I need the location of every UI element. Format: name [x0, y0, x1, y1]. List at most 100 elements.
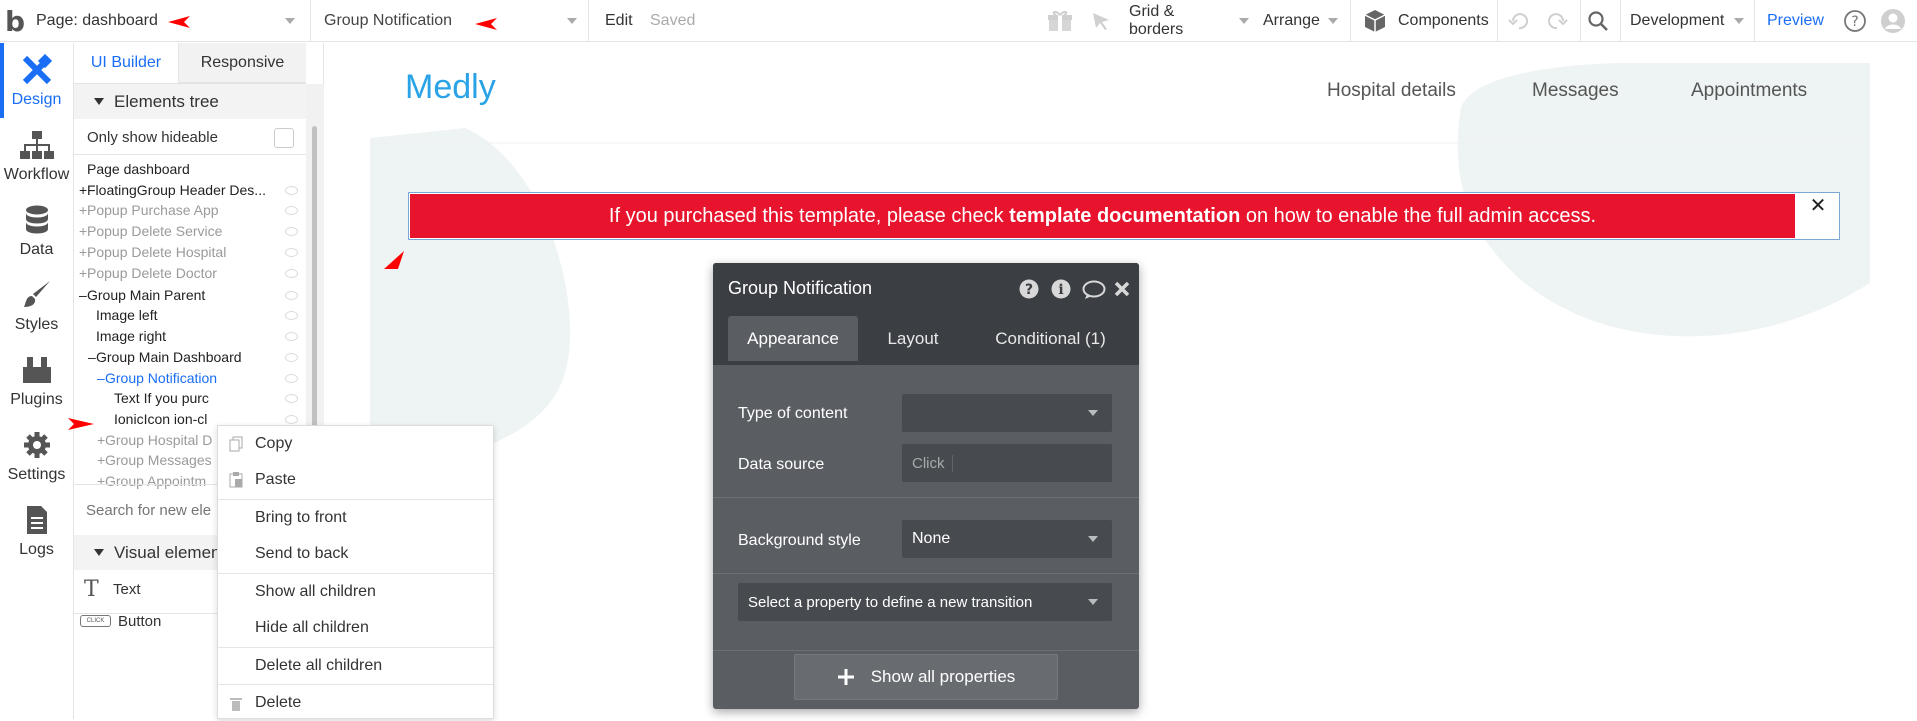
- environment-selector[interactable]: Development: [1630, 0, 1745, 42]
- select-cursor-icon[interactable]: [1090, 0, 1112, 42]
- elements-tree-header[interactable]: Elements tree: [74, 84, 306, 119]
- triangle-down-icon: [94, 98, 104, 105]
- chevron-down-icon: [1239, 18, 1249, 24]
- divider: [713, 573, 1139, 574]
- property-editor-tabs: Appearance Layout Conditional (1): [713, 313, 1139, 365]
- info-icon[interactable]: i: [1051, 279, 1071, 299]
- visual-element-text[interactable]: T Text: [74, 573, 214, 605]
- saved-status: Saved: [650, 0, 695, 42]
- rail-item-data[interactable]: Data: [0, 193, 73, 268]
- close-icon[interactable]: [1114, 281, 1130, 297]
- divider: [1580, 0, 1581, 42]
- undo-icon[interactable]: [1508, 0, 1530, 42]
- eye-icon[interactable]: [285, 352, 298, 362]
- menu-item-delete-all-children[interactable]: Delete all children: [218, 648, 493, 684]
- bubble-logo-text: b: [4, 4, 26, 38]
- preview-button[interactable]: Preview: [1767, 0, 1824, 42]
- notification-text[interactable]: If you purchased this template, please c…: [609, 205, 1596, 228]
- edit-menu[interactable]: Edit: [605, 0, 633, 42]
- menu-item-delete[interactable]: Delete: [218, 685, 493, 721]
- transition-property-dropdown[interactable]: Select a property to define a new transi…: [738, 583, 1112, 621]
- notification-banner: If you purchased this template, please c…: [410, 194, 1795, 238]
- menu-item-label: Copy: [255, 435, 293, 452]
- show-all-properties-button[interactable]: Show all properties: [794, 654, 1058, 700]
- menu-item-show-all-children[interactable]: Show all children: [218, 574, 493, 610]
- workflow-icon: [19, 128, 55, 162]
- grid-borders-menu[interactable]: Grid & borders: [1129, 0, 1249, 42]
- tab-appearance[interactable]: Appearance: [728, 316, 858, 361]
- svg-text:i: i: [1058, 282, 1063, 298]
- type-of-content-dropdown[interactable]: [902, 394, 1112, 432]
- tab-conditional[interactable]: Conditional (1): [968, 316, 1133, 361]
- brand-logo[interactable]: Medly: [405, 68, 496, 107]
- nav-hospital-details[interactable]: Hospital details: [1327, 80, 1456, 102]
- rail-item-styles[interactable]: Styles: [0, 268, 73, 343]
- menu-item-paste[interactable]: Paste: [218, 462, 493, 498]
- data-source-click-placeholder[interactable]: Click: [912, 454, 953, 472]
- eye-icon[interactable]: [285, 373, 298, 383]
- menu-item-label: Send to back: [255, 545, 349, 562]
- help-icon[interactable]: ?: [1843, 0, 1867, 42]
- tab-ui-builder[interactable]: UI Builder: [74, 43, 178, 83]
- rail-item-plugins[interactable]: Plugins: [0, 343, 73, 418]
- help-icon[interactable]: ?: [1019, 279, 1039, 299]
- eye-icon[interactable]: [285, 311, 298, 321]
- annotation-arrow: [384, 251, 404, 269]
- bubble-logo[interactable]: b: [0, 0, 30, 42]
- only-show-hideable-checkbox[interactable]: [274, 128, 294, 148]
- arrange-menu[interactable]: Arrange: [1263, 0, 1343, 42]
- menu-item-copy[interactable]: Copy: [218, 426, 493, 462]
- redo-icon[interactable]: [1546, 0, 1568, 42]
- tree-scrollbar-thumb[interactable]: [312, 126, 317, 436]
- tree-row-label: Popup Delete Service: [87, 223, 223, 240]
- background-style-dropdown[interactable]: None: [902, 520, 1112, 558]
- visual-element-button[interactable]: CLICK Button: [74, 605, 214, 637]
- eye-icon[interactable]: [285, 290, 298, 300]
- menu-item-send-to-back[interactable]: Send to back: [218, 536, 493, 572]
- page-selector-label: Page: dashboard: [36, 12, 158, 29]
- search-new-element-input[interactable]: [84, 493, 224, 527]
- tab-layout[interactable]: Layout: [858, 316, 968, 361]
- nav-appointments[interactable]: Appointments: [1691, 80, 1807, 102]
- rail-item-logs[interactable]: Logs: [0, 493, 73, 568]
- components-button[interactable]: Components: [1362, 0, 1489, 42]
- banner-doc-link[interactable]: template documentation: [1009, 205, 1240, 227]
- eye-icon[interactable]: [285, 185, 298, 195]
- divider: [1350, 0, 1351, 42]
- user-avatar-icon[interactable]: [1880, 0, 1906, 42]
- eye-icon[interactable]: [285, 414, 298, 424]
- close-icon[interactable]: ✕: [1803, 193, 1833, 217]
- expand-plus-icon[interactable]: +: [97, 469, 105, 494]
- menu-item-bring-to-front[interactable]: Bring to front: [218, 500, 493, 536]
- saved-label: Saved: [650, 12, 696, 29]
- tree-row-label: Group Messages: [105, 452, 212, 469]
- eye-icon[interactable]: [285, 268, 298, 278]
- menu-item-label: Show all children: [255, 583, 376, 600]
- data-source-label: Data source: [738, 456, 825, 473]
- paste-icon: [229, 472, 243, 488]
- menu-item-label: Delete all children: [255, 657, 383, 674]
- tab-responsive[interactable]: Responsive: [178, 43, 306, 83]
- property-editor-header[interactable]: Group Notification ? i: [713, 263, 1139, 313]
- annotation-arrow: [68, 418, 94, 430]
- elements-tree-title: Elements tree: [114, 91, 219, 111]
- tree-row-label: Image left: [96, 307, 158, 324]
- data-source-field[interactable]: Click: [902, 444, 1112, 482]
- eye-icon[interactable]: [285, 227, 298, 237]
- comment-icon[interactable]: [1082, 280, 1106, 300]
- nav-label: Appointments: [1691, 80, 1808, 101]
- search-icon[interactable]: [1587, 0, 1609, 42]
- rail-item-design[interactable]: Design: [0, 43, 73, 118]
- eye-icon[interactable]: [285, 206, 298, 216]
- environment-label: Development: [1630, 12, 1725, 29]
- eye-icon[interactable]: [285, 332, 298, 342]
- menu-item-hide-all-children[interactable]: Hide all children: [218, 610, 493, 646]
- rail-item-settings[interactable]: Settings: [0, 418, 73, 493]
- group-notification[interactable]: If you purchased this template, please c…: [408, 192, 1840, 240]
- nav-messages[interactable]: Messages: [1532, 80, 1619, 102]
- rail-item-workflow[interactable]: Workflow: [0, 118, 73, 193]
- gift-icon[interactable]: [1047, 0, 1073, 42]
- eye-icon[interactable]: [285, 247, 298, 257]
- eye-icon[interactable]: [285, 394, 298, 404]
- element-selector[interactable]: Group Notification: [324, 0, 579, 42]
